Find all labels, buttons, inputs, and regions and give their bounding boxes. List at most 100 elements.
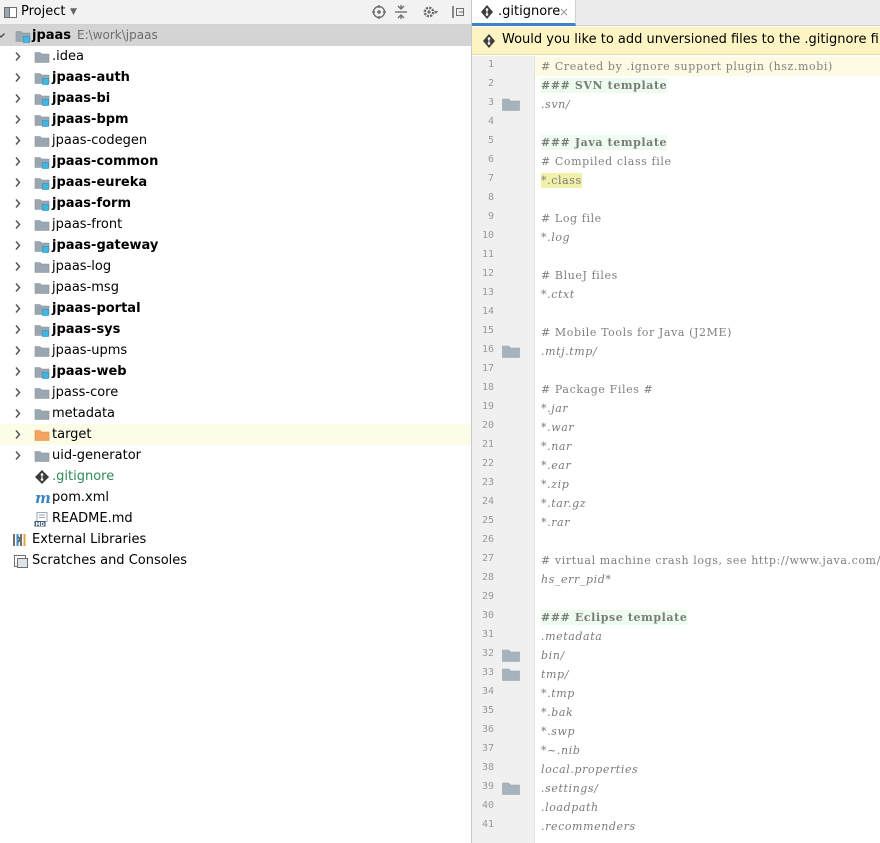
folder-icon[interactable] [502, 649, 520, 662]
code-line[interactable]: ### Java template [535, 133, 880, 152]
chevron-down-icon[interactable]: ▼ [70, 4, 77, 20]
chevron-right-icon[interactable] [13, 366, 23, 377]
tree-item-external-libraries[interactable]: External Libraries [0, 529, 471, 550]
tree-item-jpaas-gateway[interactable]: jpaas-gateway [0, 235, 471, 256]
code-line[interactable]: *.tmp [535, 684, 880, 703]
tree-item-jpaas-web[interactable]: jpaas-web [0, 361, 471, 382]
chevron-right-icon[interactable] [13, 450, 23, 461]
tree-item-jpaas-auth[interactable]: jpaas-auth [0, 67, 471, 88]
tree-item-jpaas[interactable]: jpaas E:\work\jpaas [0, 25, 471, 46]
hide-icon[interactable] [450, 4, 466, 20]
chevron-right-icon[interactable] [13, 51, 23, 62]
code-line[interactable]: *~.nib [535, 741, 880, 760]
chevron-right-icon[interactable] [13, 156, 23, 167]
code-line[interactable]: local.properties [535, 760, 880, 779]
code-line[interactable]: *.class [535, 171, 880, 190]
code-line[interactable] [535, 532, 880, 551]
code-line[interactable]: *.nar [535, 437, 880, 456]
code-line[interactable]: *.log [535, 228, 880, 247]
code-line[interactable] [535, 304, 880, 323]
code-line[interactable]: .recommenders [535, 817, 880, 836]
tree-item-jpaas-form[interactable]: jpaas-form [0, 193, 471, 214]
chevron-right-icon[interactable] [13, 198, 23, 209]
code-line[interactable]: # BlueJ files [535, 266, 880, 285]
code-line[interactable]: # Package Files # [535, 380, 880, 399]
tree-item-jpaas-codegen[interactable]: jpaas-codegen [0, 130, 471, 151]
project-view-title[interactable]: Project [21, 4, 65, 19]
folder-icon[interactable] [502, 345, 520, 358]
settings-icon[interactable] [422, 4, 438, 20]
folder-icon[interactable] [502, 782, 520, 795]
project-view-icon[interactable] [3, 4, 19, 20]
tree-item-jpaas-sys[interactable]: jpaas-sys [0, 319, 471, 340]
code-line[interactable]: *.zip [535, 475, 880, 494]
code-line[interactable]: tmp/ [535, 665, 880, 684]
chevron-right-icon[interactable] [13, 93, 23, 104]
chevron-right-icon[interactable] [13, 177, 23, 188]
tree-item-jpaas-log[interactable]: jpaas-log [0, 256, 471, 277]
locate-icon[interactable] [371, 4, 387, 20]
tree-item-readme-md[interactable]: MD README.md [0, 508, 471, 529]
code-line[interactable] [535, 361, 880, 380]
code-line[interactable]: *.swp [535, 722, 880, 741]
code-line[interactable]: .mtj.tmp/ [535, 342, 880, 361]
chevron-right-icon[interactable] [13, 387, 23, 398]
tree-item-jpaas-bpm[interactable]: jpaas-bpm [0, 109, 471, 130]
code-line[interactable]: ### Eclipse template [535, 608, 880, 627]
chevron-right-icon[interactable] [13, 282, 23, 293]
tree-item-idea[interactable]: .idea [0, 46, 471, 67]
tree-item-jpass-core[interactable]: jpass-core [0, 382, 471, 403]
folder-icon[interactable] [502, 98, 520, 111]
code-line[interactable]: hs_err_pid* [535, 570, 880, 589]
code-line[interactable]: *.rar [535, 513, 880, 532]
chevron-right-icon[interactable] [13, 240, 23, 251]
tree-item-jpaas-upms[interactable]: jpaas-upms [0, 340, 471, 361]
tree-item-jpaas-bi[interactable]: jpaas-bi [0, 88, 471, 109]
collapse-icon[interactable] [393, 4, 409, 20]
tree-item-jpaas-eureka[interactable]: jpaas-eureka [0, 172, 471, 193]
chevron-right-icon[interactable] [13, 135, 23, 146]
editor-gutter[interactable]: 1 2 3 4 5 6 7 8 9 10 11 12 13 14 15 16 17 18 19 20 21 22 23 24 2… [472, 56, 535, 843]
editor-content[interactable]: # Created by .ignore support plugin (hsz… [535, 56, 880, 843]
tree-item-jpaas-common[interactable]: jpaas-common [0, 151, 471, 172]
tab-gitignore[interactable]: .gitignore × [472, 0, 576, 26]
code-line[interactable]: # virtual machine crash logs, see http:/… [535, 551, 880, 570]
tree-item-jpaas-front[interactable]: jpaas-front [0, 214, 471, 235]
chevron-right-icon[interactable] [13, 219, 23, 230]
code-line[interactable] [535, 247, 880, 266]
tree-item-gitignore[interactable]: .gitignore [0, 466, 471, 487]
chevron-right-icon[interactable] [13, 72, 23, 83]
code-line[interactable]: *.ear [535, 456, 880, 475]
code-line[interactable]: # Created by .ignore support plugin (hsz… [535, 57, 880, 76]
chevron-right-icon[interactable] [13, 408, 23, 419]
code-line[interactable]: *.war [535, 418, 880, 437]
code-line[interactable]: .loadpath [535, 798, 880, 817]
code-line[interactable]: .metadata [535, 627, 880, 646]
tree-item-pom-xml[interactable]: m pom.xml [0, 487, 471, 508]
chevron-right-icon[interactable] [13, 114, 23, 125]
tree-item-jpaas-portal[interactable]: jpaas-portal [0, 298, 471, 319]
code-line[interactable]: # Compiled class file [535, 152, 880, 171]
chevron-right-icon[interactable] [13, 429, 23, 440]
code-line[interactable] [535, 589, 880, 608]
chevron-right-icon[interactable] [13, 303, 23, 314]
chevron-down-icon[interactable] [0, 30, 6, 41]
tree-item-target[interactable]: target [0, 424, 471, 445]
code-line[interactable]: # Mobile Tools for Java (J2ME) [535, 323, 880, 342]
code-line[interactable]: ### SVN template [535, 76, 880, 95]
tree-item-scratches-and-consoles[interactable]: Scratches and Consoles [0, 550, 471, 571]
code-line[interactable]: *.ctxt [535, 285, 880, 304]
code-line[interactable]: *.jar [535, 399, 880, 418]
chevron-right-icon[interactable] [13, 345, 23, 356]
folder-icon[interactable] [502, 668, 520, 681]
tree-item-metadata[interactable]: metadata [0, 403, 471, 424]
code-line[interactable]: .settings/ [535, 779, 880, 798]
code-line[interactable]: bin/ [535, 646, 880, 665]
code-line[interactable]: .svn/ [535, 95, 880, 114]
code-line[interactable] [535, 190, 880, 209]
tree-item-uid-generator[interactable]: uid-generator [0, 445, 471, 466]
chevron-right-icon[interactable] [13, 324, 23, 335]
code-line[interactable]: *.bak [535, 703, 880, 722]
code-line[interactable]: *.tar.gz [535, 494, 880, 513]
tree-item-jpaas-msg[interactable]: jpaas-msg [0, 277, 471, 298]
